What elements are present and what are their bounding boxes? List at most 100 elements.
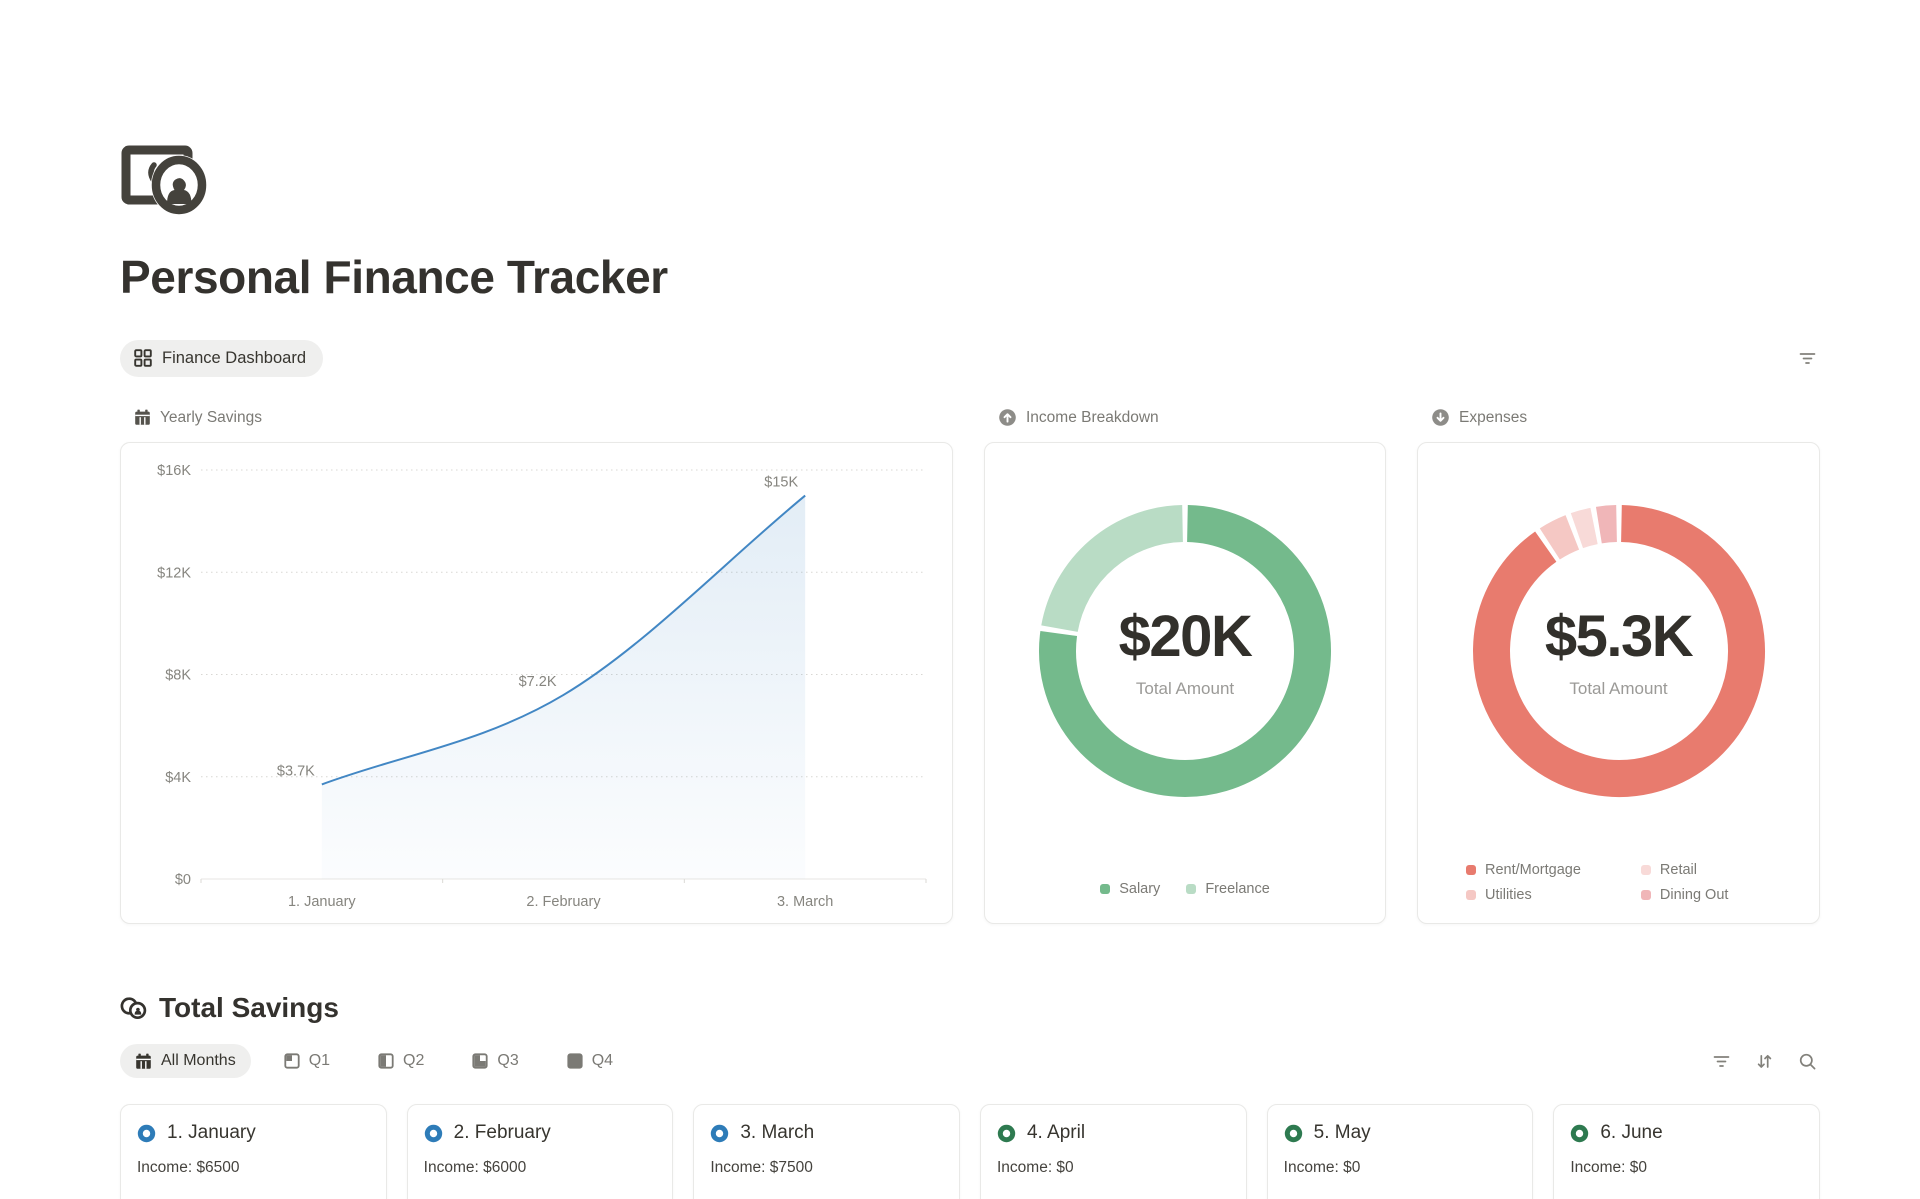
month-card[interactable]: 1. January Income: $6500 (120, 1104, 387, 1199)
quarter-2-icon (378, 1053, 394, 1069)
svg-text:1. January: 1. January (288, 894, 356, 910)
income-legend: Salary Freelance (985, 881, 1385, 897)
month-income: Income: $0 (1570, 1159, 1803, 1177)
search-button[interactable] (1794, 1048, 1820, 1074)
chart-title-label: Yearly Savings (160, 409, 262, 427)
total-savings-heading: Total Savings (120, 992, 1820, 1024)
money-bill-portrait-icon (120, 140, 214, 216)
dashboard-grid-icon (134, 349, 152, 367)
filter-label: All Months (161, 1052, 236, 1070)
tab-finance-dashboard[interactable]: Finance Dashboard (120, 340, 323, 377)
income-breakdown-donut (1035, 501, 1335, 801)
month-income: Income: $0 (1284, 1159, 1517, 1177)
svg-text:$8K: $8K (165, 668, 191, 684)
yearly-savings-card: $16K$12K$8K$4K$01. January2. February3. … (120, 442, 953, 924)
expenses-legend: Rent/Mortgage Utilities Retail Dining Out (1466, 862, 1728, 903)
month-card-header: 6. June (1570, 1122, 1803, 1144)
filter-icon (1712, 1052, 1731, 1071)
month-title: 1. January (167, 1122, 256, 1144)
chart-title-yearly-savings: Yearly Savings (120, 408, 953, 427)
ring-icon (1570, 1124, 1589, 1143)
month-card-header: 1. January (137, 1122, 370, 1144)
chart-title-expenses: Expenses (1417, 408, 1820, 427)
filter-button[interactable] (1794, 345, 1820, 371)
chart-title-income-breakdown: Income Breakdown (984, 408, 1386, 427)
filter-label: Q1 (309, 1052, 330, 1070)
legend-swatch (1100, 884, 1110, 894)
svg-text:$3.7K: $3.7K (277, 763, 315, 779)
legend-swatch (1641, 890, 1651, 900)
donut-segment-freelance (1059, 524, 1182, 629)
legend-item: Retail (1641, 862, 1729, 878)
month-card[interactable]: 3. March Income: $7500 (693, 1104, 960, 1199)
filter-q3[interactable]: Q3 (457, 1044, 533, 1078)
ring-icon (1284, 1124, 1303, 1143)
filter-q1[interactable]: Q1 (269, 1044, 345, 1078)
legend-label: Dining Out (1660, 887, 1729, 903)
ring-icon (424, 1124, 443, 1143)
legend-swatch (1186, 884, 1196, 894)
legend-item: Utilities (1466, 887, 1581, 903)
month-card-header: 3. March (710, 1122, 943, 1144)
chart-title-label: Expenses (1459, 409, 1527, 427)
ring-icon (997, 1124, 1016, 1143)
month-card-header: 5. May (1284, 1122, 1517, 1144)
month-card[interactable]: 5. May Income: $0 (1267, 1104, 1534, 1199)
sort-button[interactable] (1751, 1048, 1777, 1074)
chart-title-label: Income Breakdown (1026, 409, 1159, 427)
income-breakdown-card: $20K Total Amount SalaryFreelance (984, 442, 1386, 924)
month-card-header: 4. April (997, 1122, 1230, 1144)
svg-text:$15K: $15K (764, 475, 798, 491)
sort-icon (1755, 1052, 1774, 1071)
filter-all-months[interactable]: All Months (120, 1044, 251, 1078)
months-filter-row: All Months Q1 Q2 Q3 Q4 (120, 1044, 1820, 1078)
expenses-donut (1469, 501, 1769, 801)
quarter-4-icon (567, 1053, 583, 1069)
legend-label: Salary (1119, 881, 1160, 897)
legend-swatch (1466, 890, 1476, 900)
donut-segment-dining-out (1598, 524, 1616, 526)
tab-label: Finance Dashboard (162, 349, 306, 368)
month-card[interactable]: 2. February Income: $6000 (407, 1104, 674, 1199)
legend-item: Rent/Mortgage (1466, 862, 1581, 878)
legend-label: Retail (1660, 862, 1697, 878)
legend-swatch (1466, 865, 1476, 875)
month-title: 4. April (1027, 1122, 1085, 1144)
month-title: 2. February (454, 1122, 551, 1144)
svg-text:$16K: $16K (157, 463, 191, 479)
month-card-header: 2. February (424, 1122, 657, 1144)
coins-icon (120, 996, 148, 1021)
filter-q2[interactable]: Q2 (363, 1044, 439, 1078)
month-title: 6. June (1600, 1122, 1662, 1144)
page-icon-money[interactable] (120, 140, 214, 216)
svg-text:$4K: $4K (165, 770, 191, 786)
ring-icon (137, 1124, 156, 1143)
svg-text:$0: $0 (175, 872, 191, 888)
svg-text:3. March: 3. March (777, 894, 833, 910)
legend-item: Dining Out (1641, 887, 1729, 903)
month-card[interactable]: 6. June Income: $0 (1553, 1104, 1820, 1199)
month-card[interactable]: 4. AprilIncome: $0 (980, 1104, 1247, 1199)
filter-label: Q4 (592, 1052, 613, 1070)
svg-text:$7.2K: $7.2K (519, 674, 557, 690)
legend-label: Freelance (1205, 881, 1269, 897)
section-title: Total Savings (159, 992, 339, 1024)
chart-titles-row: Yearly Savings Income Breakdown Expenses (120, 408, 1820, 427)
calendar-icon (134, 409, 151, 426)
month-income: Income: $6500 (137, 1159, 370, 1177)
legend-item: Freelance (1186, 881, 1269, 897)
quarter-3-icon (472, 1053, 488, 1069)
filter-q4[interactable]: Q4 (552, 1044, 628, 1078)
circle-arrow-up-icon (998, 408, 1017, 427)
filter-label: Q3 (497, 1052, 518, 1070)
yearly-savings-area-chart: $16K$12K$8K$4K$01. January2. February3. … (121, 443, 952, 923)
view-tab-row: Finance Dashboard (120, 338, 1820, 378)
month-income: Income: $7500 (710, 1159, 943, 1177)
month-title: 3. March (740, 1122, 814, 1144)
legend-swatch (1641, 865, 1651, 875)
month-cards-grid: 1. January Income: $6500 2. February Income… (120, 1104, 1820, 1199)
donut-segment-retail (1576, 526, 1593, 531)
month-income: Income: $6000 (424, 1159, 657, 1177)
search-icon (1798, 1052, 1817, 1071)
filter-button[interactable] (1708, 1048, 1734, 1074)
